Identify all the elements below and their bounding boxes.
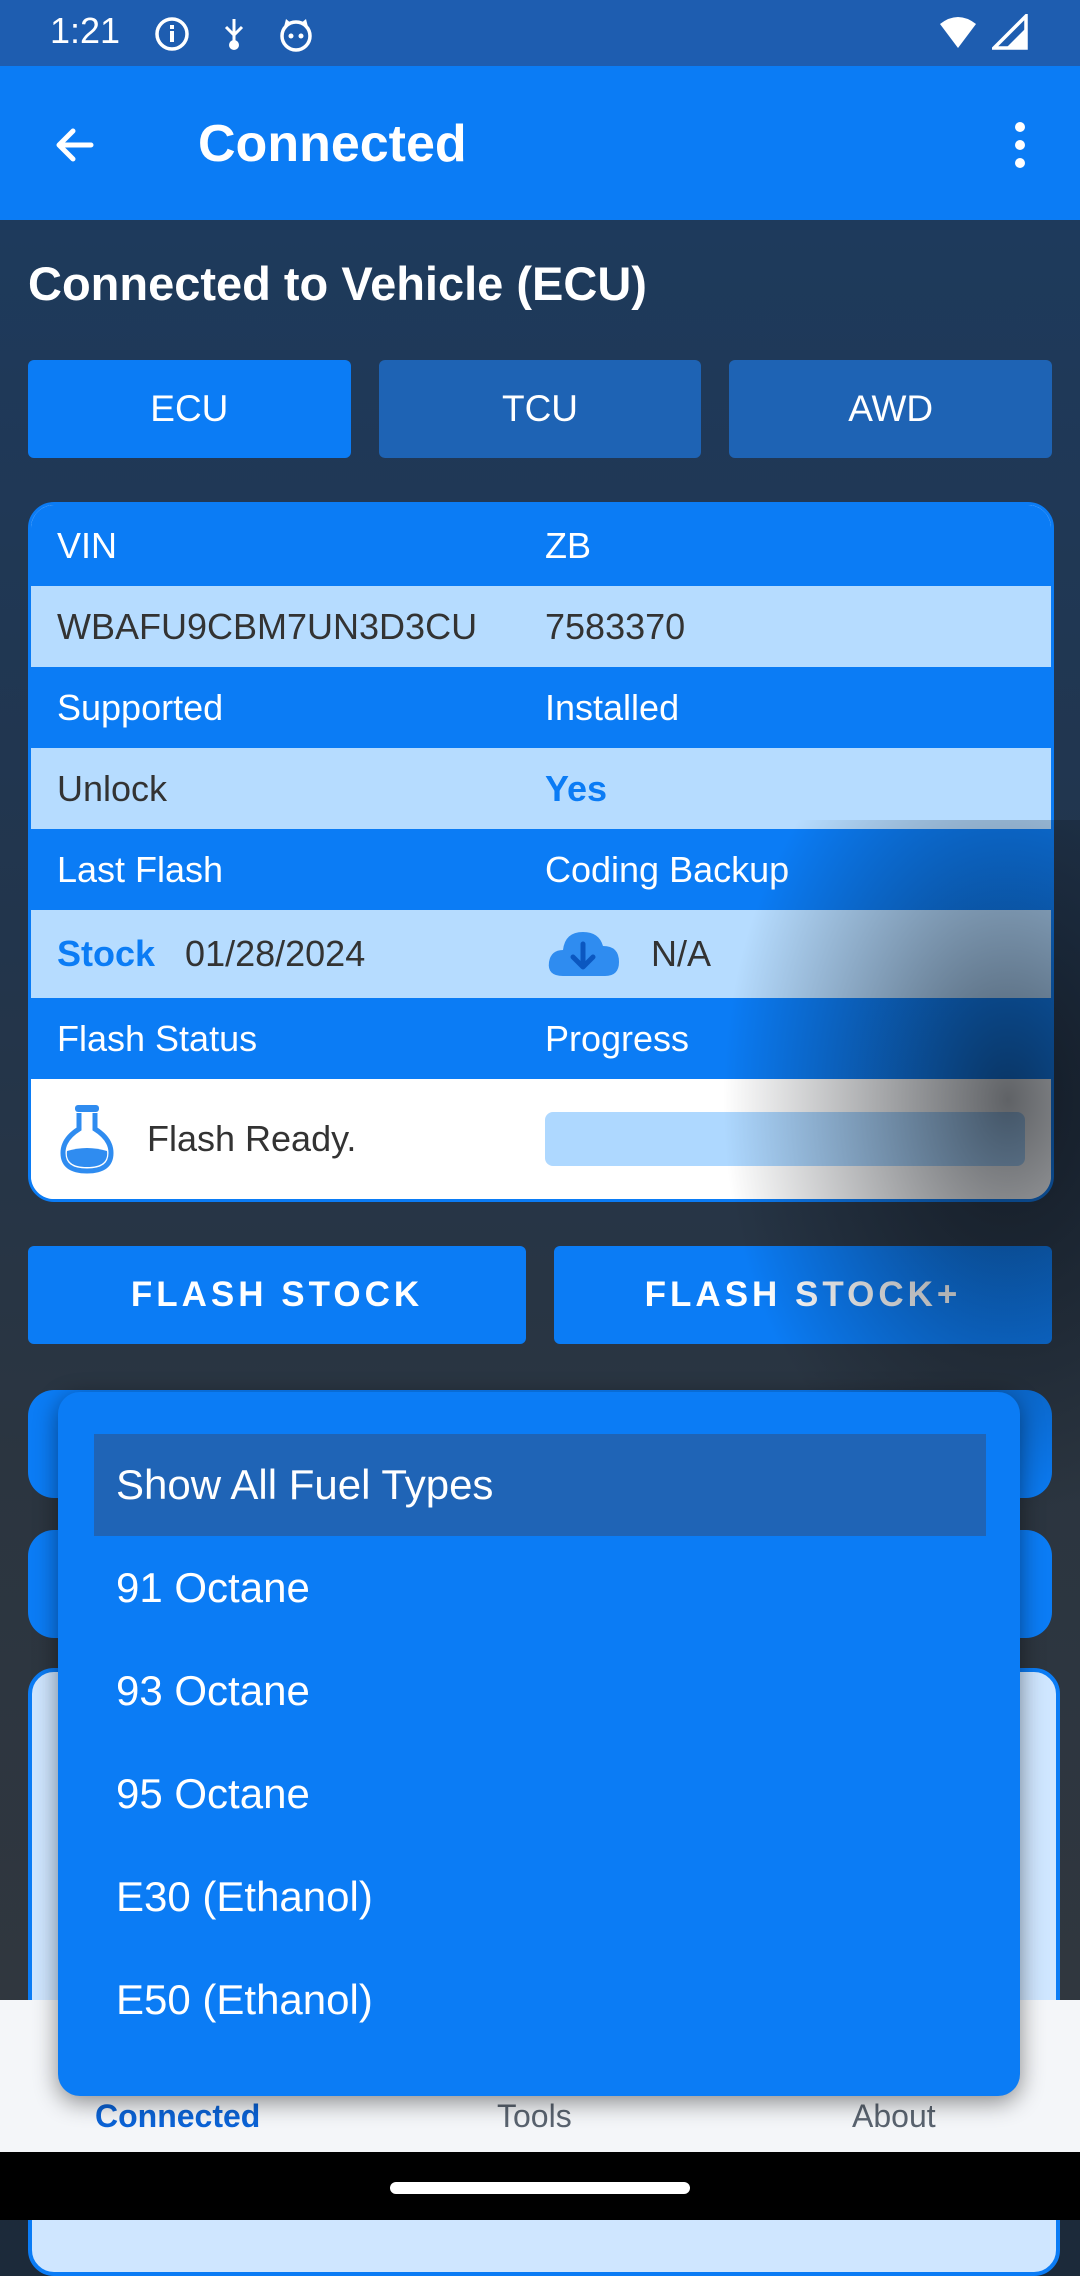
flash-progress-bar: [545, 1112, 1025, 1166]
stock-date: 01/28/2024: [185, 933, 366, 974]
unlock-label: Unlock: [57, 767, 168, 809]
stock-label: Stock: [57, 933, 156, 974]
progress-cell: [545, 1112, 1051, 1166]
fuel-option[interactable]: E30 (Ethanol): [94, 1846, 986, 1948]
fuel-option[interactable]: E50 (Ethanol): [94, 1949, 986, 2051]
header-row-last-flash: Last Flash Coding Backup: [31, 829, 1051, 910]
header-row-vin: VIN ZB: [31, 505, 1051, 586]
app-bar: Connected: [0, 66, 1080, 220]
coding-backup-cell: N/A: [545, 926, 1051, 982]
flash-actions: FLASH STOCK FLASH STOCK+: [28, 1246, 1052, 1344]
signal-icon: [990, 12, 1030, 52]
vehicle-info-card: VIN ZB WBAFU9CBM7UN3D3CU 7583370 Support…: [28, 502, 1054, 1202]
value-row-unlock: Unlock Yes: [31, 748, 1051, 829]
flash-status-cell: Flash Ready.: [57, 1103, 545, 1175]
usb-debug-icon: [214, 14, 254, 54]
last-flash-cell: Stock 01/28/2024: [57, 933, 545, 975]
fuel-option[interactable]: 91 Octane: [94, 1537, 986, 1639]
tab-awd[interactable]: AWD: [729, 360, 1053, 458]
cloud-download-icon[interactable]: [545, 926, 623, 982]
fuel-option[interactable]: Show All Fuel Types: [94, 1434, 986, 1536]
last-flash-label: Last Flash: [57, 848, 224, 890]
info-icon: [152, 14, 192, 54]
status-time: 1:21: [50, 10, 121, 51]
flash-stock-plus-button[interactable]: FLASH STOCK+: [554, 1246, 1052, 1344]
arrow-back-icon: [56, 128, 94, 162]
tab-tcu[interactable]: TCU: [378, 360, 702, 458]
vin-value: WBAFU9CBM7UN3D3CU: [57, 605, 478, 647]
header-row-flash-status: Flash Status Progress: [31, 998, 1051, 1079]
nav-connected[interactable]: Connected: [95, 2098, 260, 2135]
overflow-menu-button[interactable]: [990, 110, 1050, 180]
gesture-bar: [0, 2152, 1080, 2220]
flask-icon: [57, 1103, 117, 1175]
module-tabs: ECU TCU AWD: [28, 360, 1053, 458]
fuel-option[interactable]: 93 Octane: [94, 1640, 986, 1742]
home-gesture-handle[interactable]: [390, 2182, 690, 2194]
unlock-value: Yes: [545, 767, 608, 809]
value-row-flash-status: Flash Ready.: [31, 1079, 1051, 1199]
connection-heading: Connected to Vehicle (ECU): [28, 257, 647, 310]
progress-label: Progress: [545, 1017, 690, 1059]
value-row-last-flash: Stock 01/28/2024 N/A: [31, 910, 1051, 998]
flash-status-value: Flash Ready.: [147, 1118, 357, 1159]
nav-tools[interactable]: Tools: [497, 2098, 572, 2135]
status-right-icons: [938, 12, 1030, 52]
coding-backup-label: Coding Backup: [545, 848, 790, 890]
vin-label: VIN: [57, 524, 118, 566]
flash-status-label: Flash Status: [57, 1017, 258, 1059]
header-row-supported: Supported Installed: [31, 667, 1051, 748]
fuel-option[interactable]: 95 Octane: [94, 1743, 986, 1845]
installed-label: Installed: [545, 686, 680, 728]
flash-stock-button[interactable]: FLASH STOCK: [28, 1246, 526, 1344]
page-title: Connected: [198, 115, 467, 173]
nav-about[interactable]: About: [852, 2098, 936, 2135]
fuel-type-dropdown: Show All Fuel Types 91 Octane 93 Octane …: [58, 1392, 1020, 2096]
zb-label: ZB: [545, 524, 592, 566]
status-left-icons: [152, 14, 316, 54]
status-bar: 1:21: [0, 0, 1080, 66]
zb-value: 7583370: [545, 605, 686, 647]
more-vert-icon: [1015, 122, 1025, 168]
wifi-icon: [938, 12, 978, 52]
coding-backup-value: N/A: [651, 933, 712, 974]
value-row-vin: WBAFU9CBM7UN3D3CU 7583370: [31, 586, 1051, 667]
tab-ecu[interactable]: ECU: [28, 360, 351, 458]
cat-face-icon: [276, 14, 316, 54]
supported-label: Supported: [57, 686, 224, 728]
back-button[interactable]: [40, 110, 110, 180]
